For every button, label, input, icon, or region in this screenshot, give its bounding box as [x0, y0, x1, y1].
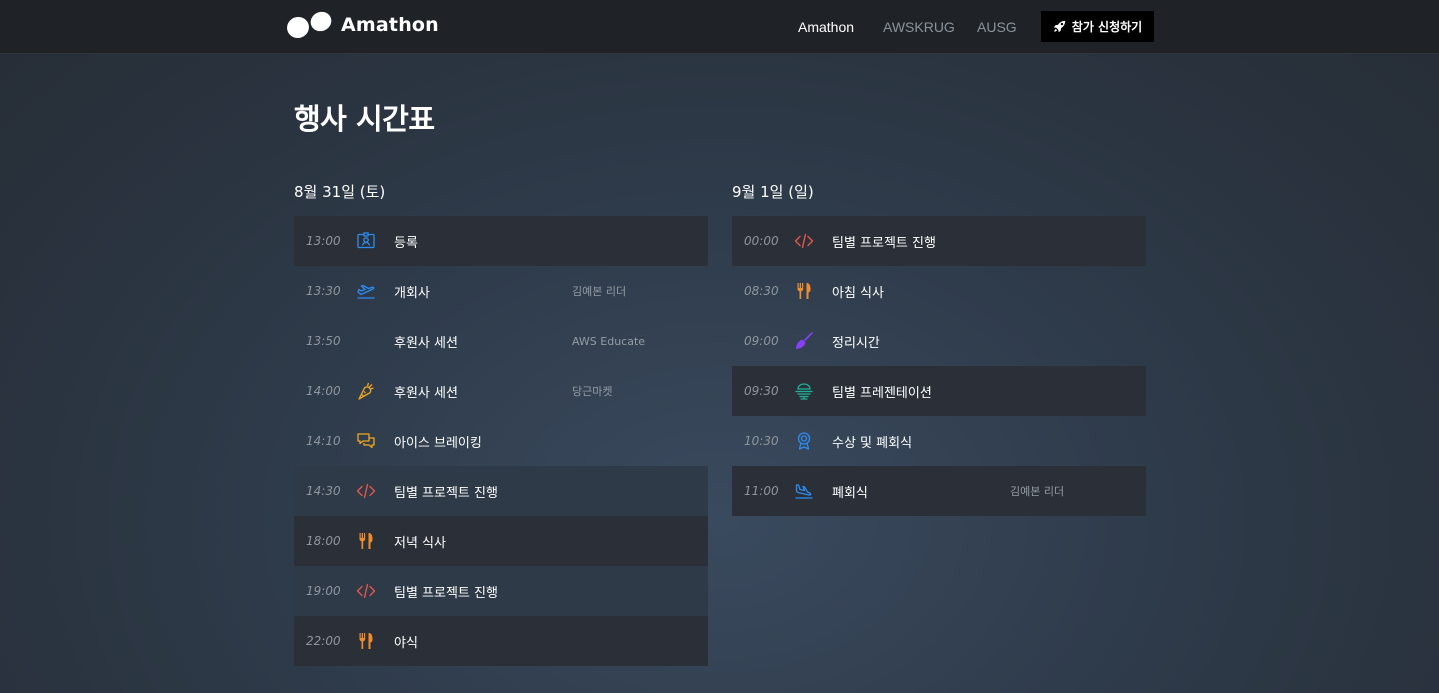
schedule-row: 18:00 저녁 식사 [294, 516, 708, 566]
schedule-row: 19:00 팀별 프로젝트 진행 [294, 566, 708, 616]
event-title: 수상 및 폐회식 [832, 435, 913, 451]
event-time: 22:00 [306, 634, 341, 648]
event-title: 팀별 프로젝트 진행 [832, 235, 936, 251]
event-title: 아이스 브레이킹 [394, 435, 482, 451]
event-time: 13:50 [306, 334, 341, 348]
event-time: 00:00 [744, 234, 779, 248]
join-button-label: 참가 신청하기 [1071, 20, 1143, 34]
event-time: 14:10 [306, 434, 341, 448]
event-time: 09:00 [744, 334, 779, 348]
event-speaker: 당근마켓 [572, 385, 613, 398]
logo[interactable]: Amathon [286, 11, 439, 39]
event-time: 13:30 [306, 284, 341, 298]
schedule-row: 14:10 아이스 브레이킹 [294, 416, 708, 466]
utensils-icon [794, 281, 814, 301]
page-title: 행사 시간표 [294, 102, 435, 136]
event-title: 팀별 프로젝트 진행 [394, 585, 498, 601]
event-title: 팀별 프레젠테이션 [832, 385, 932, 401]
schedule-row: 09:30 팀별 프레젠테이션 [732, 366, 1146, 416]
utensils-icon [356, 531, 376, 551]
event-title: 팀별 프로젝트 진행 [394, 485, 498, 501]
code-icon [356, 481, 376, 501]
event-title: 폐회식 [832, 485, 868, 501]
event-title: 정리시간 [832, 335, 880, 351]
day-title-sep1: 9월 1일 (일) [732, 183, 814, 201]
event-time: 11:00 [744, 484, 779, 498]
schedule-day-1: 13:00 등록 13:30 개회사 김예본 리더 13:50 후원사 세션 A… [294, 216, 708, 666]
event-time: 09:30 [744, 384, 779, 398]
event-time: 13:00 [306, 234, 341, 248]
nav-link-ausg[interactable]: AUSG [977, 19, 1017, 35]
chat-bubbles-icon [356, 431, 376, 451]
utensils-icon [356, 631, 376, 651]
nav-link-amathon[interactable]: Amathon [798, 19, 854, 35]
event-title: 야식 [394, 635, 418, 651]
top-navbar: Amathon Amathon AWSKRUG AUSG 참가 신청하기 [0, 0, 1439, 54]
schedule-row: 22:00 야식 [294, 616, 708, 666]
event-speaker: 김예본 리더 [1010, 485, 1065, 498]
schedule-row: 14:30 팀별 프로젝트 진행 [294, 466, 708, 516]
join-button[interactable]: 참가 신청하기 [1041, 11, 1154, 42]
broom-icon [794, 331, 814, 351]
code-icon [356, 581, 376, 601]
event-title: 후원사 세션 [394, 385, 458, 401]
event-title: 등록 [394, 235, 418, 251]
presentation-icon [794, 381, 814, 401]
event-time: 19:00 [306, 584, 341, 598]
schedule-row: 08:30 아침 식사 [732, 266, 1146, 316]
rocket-icon [1053, 20, 1065, 33]
event-title: 후원사 세션 [394, 335, 458, 351]
schedule-row: 00:00 팀별 프로젝트 진행 [732, 216, 1146, 266]
event-time: 08:30 [744, 284, 779, 298]
event-title: 아침 식사 [832, 285, 884, 301]
event-time: 14:30 [306, 484, 341, 498]
event-time: 14:00 [306, 384, 341, 398]
code-icon [794, 231, 814, 251]
schedule-row: 13:00 등록 [294, 216, 708, 266]
event-title: 개회사 [394, 285, 430, 301]
day-title-aug31: 8월 31일 (토) [294, 183, 386, 201]
plane-landing-icon [794, 481, 814, 501]
event-time: 10:30 [744, 434, 779, 448]
event-time: 18:00 [306, 534, 341, 548]
nav-link-awskrug[interactable]: AWSKRUG [883, 19, 955, 35]
id-badge-icon [356, 231, 376, 251]
schedule-row: 09:00 정리시간 [732, 316, 1146, 366]
schedule-row: 13:30 개회사 김예본 리더 [294, 266, 708, 316]
award-icon [794, 431, 814, 451]
carrot-icon [356, 381, 376, 401]
schedule-row: 10:30 수상 및 폐회식 [732, 416, 1146, 466]
logo-icon [287, 11, 332, 39]
event-speaker: AWS Educate [572, 334, 646, 348]
plane-takeoff-icon [356, 281, 376, 301]
schedule-row: 14:00 후원사 세션 당근마켓 [294, 366, 708, 416]
logo-text: Amathon [341, 14, 439, 36]
event-speaker: 김예본 리더 [572, 285, 627, 298]
schedule-day-2: 00:00 팀별 프로젝트 진행 08:30 아침 식사 09:00 정리시간 [732, 216, 1146, 516]
event-title: 저녁 식사 [394, 535, 446, 551]
schedule-row: 13:50 후원사 세션 AWS Educate [294, 316, 708, 366]
schedule-row: 11:00 폐회식 김예본 리더 [732, 466, 1146, 516]
